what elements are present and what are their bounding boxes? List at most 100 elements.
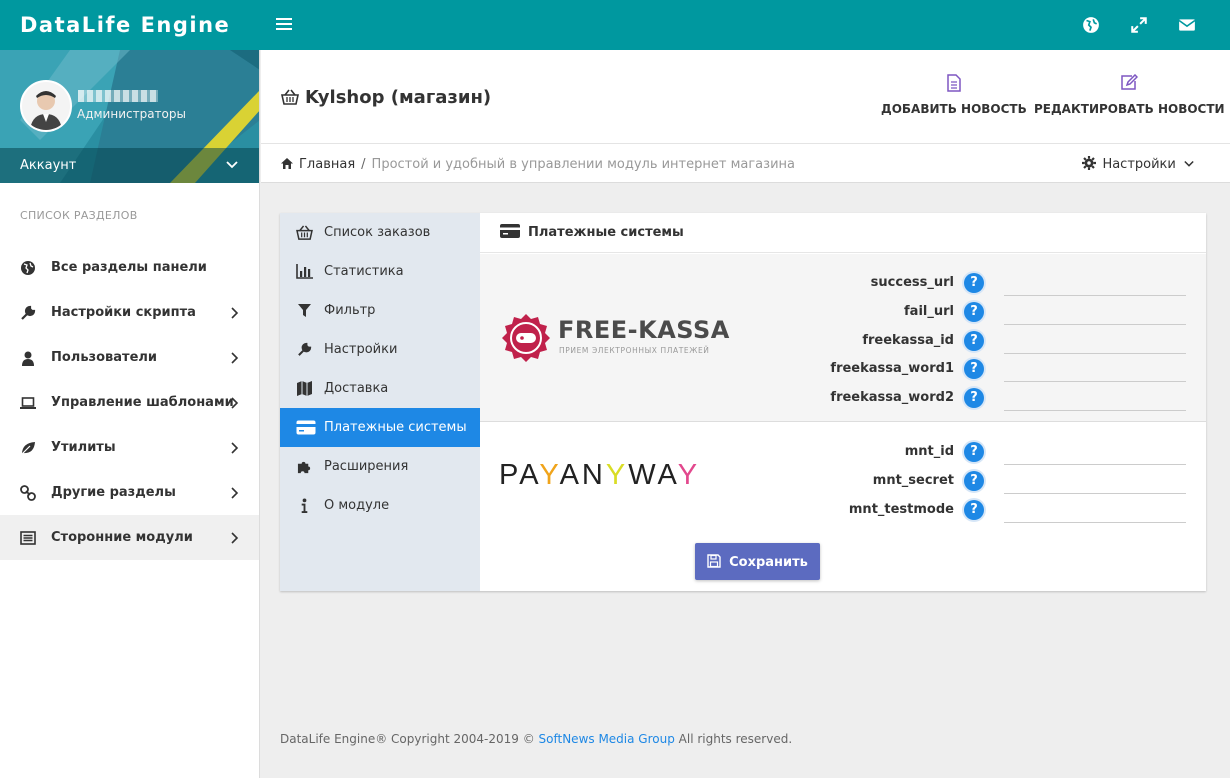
freekassa-word1-input[interactable] bbox=[1004, 359, 1186, 382]
field-freekassa-word2: freekassa_word2 ? bbox=[740, 384, 1186, 413]
help-icon[interactable]: ? bbox=[964, 471, 984, 491]
tab-statistics[interactable]: Статистика bbox=[280, 252, 480, 291]
tab-payment-systems[interactable]: Платежные системы bbox=[280, 408, 480, 447]
content-title: Платежные системы bbox=[528, 225, 684, 240]
field-mnt-secret: mnt_secret ? bbox=[740, 467, 1186, 496]
settings-label: Настройки bbox=[1102, 157, 1176, 172]
user-icon bbox=[22, 351, 34, 366]
globe-icon[interactable] bbox=[1082, 16, 1100, 34]
tab-filter[interactable]: Фильтр bbox=[280, 291, 480, 330]
footer-text: DataLife Engine® Copyright 2004-2019 © bbox=[280, 732, 539, 746]
home-icon[interactable] bbox=[281, 158, 293, 169]
sidebar-item-all-sections[interactable]: Все разделы панели bbox=[0, 245, 259, 290]
credit-card-icon bbox=[500, 224, 520, 238]
sidebar-item-label: Сторонние модули bbox=[51, 530, 193, 545]
save-button[interactable]: Сохранить bbox=[695, 543, 820, 580]
field-label: freekassa_word1 bbox=[830, 361, 954, 376]
help-icon[interactable]: ? bbox=[964, 388, 984, 408]
field-label: mnt_testmode bbox=[848, 502, 954, 517]
sidebar-item-script-settings[interactable]: Настройки скрипта bbox=[0, 290, 259, 335]
payanyway-logo-part: PA bbox=[499, 459, 540, 491]
expand-icon[interactable] bbox=[1130, 16, 1148, 34]
field-label: fail_url bbox=[904, 304, 954, 319]
tab-settings[interactable]: Настройки bbox=[280, 330, 480, 369]
fail-url-input[interactable] bbox=[1004, 302, 1186, 325]
tab-label: Платежные системы bbox=[324, 420, 467, 435]
payanyway-logo-part: AN bbox=[559, 459, 606, 491]
chevron-down-icon bbox=[1184, 160, 1194, 167]
chevron-right-icon bbox=[231, 532, 239, 544]
payanyway-logo-y: Y bbox=[677, 459, 701, 491]
save-label: Сохранить bbox=[729, 554, 808, 570]
page-header: Kylshop (магазин) ДОБАВИТЬ НОВОСТЬ РЕДАК… bbox=[261, 50, 1230, 143]
freekassa-logo: FREE-KASSA ПРИЕМ ЭЛЕКТРОННЫХ ПЛАТЕЖЕЙ bbox=[500, 312, 729, 364]
mnt-id-input[interactable] bbox=[1004, 442, 1186, 465]
help-icon[interactable]: ? bbox=[964, 302, 984, 322]
sidebar-item-label: Пользователи bbox=[51, 350, 158, 365]
sidebar-item-utilities[interactable]: Утилиты bbox=[0, 425, 259, 470]
sidebar-item-templates[interactable]: Управление шаблонами bbox=[0, 380, 259, 425]
help-icon[interactable]: ? bbox=[964, 500, 984, 520]
section-title: Список разделов bbox=[20, 209, 138, 222]
envelope-icon[interactable] bbox=[1178, 16, 1196, 34]
module-panel: Список заказов Статистика Фильтр Настрой… bbox=[280, 213, 1206, 591]
payanyway-logo-part: WA bbox=[628, 459, 678, 491]
tab-delivery[interactable]: Доставка bbox=[280, 369, 480, 408]
field-label: success_url bbox=[870, 275, 954, 290]
breadcrumb-trail: Главная / Простой и удобный в управлении м… bbox=[281, 157, 795, 172]
breadcrumb-current: Простой и удобный в управлении модуль ин… bbox=[371, 157, 795, 172]
sidebar-item-third-party-modules[interactable]: Сторонние модули bbox=[0, 515, 259, 560]
sidebar-item-users[interactable]: Пользователи bbox=[0, 335, 259, 380]
avatar[interactable] bbox=[20, 80, 72, 132]
basket-icon bbox=[281, 89, 299, 105]
tab-label: Расширения bbox=[324, 459, 409, 474]
leaf-icon bbox=[20, 442, 35, 456]
freekassa-word2-input[interactable] bbox=[1004, 388, 1186, 411]
freekassa-id-input[interactable] bbox=[1004, 331, 1186, 354]
mnt-testmode-input[interactable] bbox=[1004, 500, 1186, 523]
info-icon bbox=[301, 498, 308, 513]
payanyway-logo-y: Y bbox=[539, 459, 560, 491]
help-icon[interactable]: ? bbox=[964, 331, 984, 351]
freekassa-emblem bbox=[502, 314, 550, 362]
gear-icon bbox=[1082, 156, 1097, 170]
field-label: freekassa_id bbox=[862, 333, 954, 348]
footer-link[interactable]: SoftNews Media Group bbox=[539, 732, 675, 746]
field-freekassa-id: freekassa_id ? bbox=[740, 327, 1186, 356]
file-icon bbox=[947, 74, 961, 92]
field-success-url: success_url ? bbox=[740, 269, 1186, 298]
breadcrumb: Главная / Простой и удобный в управлении м… bbox=[261, 143, 1230, 183]
edit-news-button[interactable]: РЕДАКТИРОВАТЬ НОВОСТИ bbox=[1034, 74, 1225, 116]
help-icon[interactable]: ? bbox=[964, 442, 984, 462]
chevron-right-icon bbox=[231, 397, 239, 409]
breadcrumb-home[interactable]: Главная bbox=[299, 157, 355, 172]
chevron-right-icon bbox=[231, 487, 239, 499]
link-icon bbox=[20, 485, 36, 501]
field-label: mnt_id bbox=[904, 444, 954, 459]
payanyway-section: PAYANYWAY mnt_id ? mnt_secret ? mnt_test… bbox=[480, 423, 1206, 528]
field-label: freekassa_word2 bbox=[830, 390, 954, 405]
add-news-label: ДОБАВИТЬ НОВОСТЬ bbox=[881, 102, 1027, 116]
profile-panel: Администраторы Аккаунт bbox=[0, 50, 259, 183]
menu-toggle-icon[interactable] bbox=[276, 15, 292, 35]
payanyway-logo-y: Y bbox=[605, 459, 629, 491]
add-news-button[interactable]: ДОБАВИТЬ НОВОСТЬ bbox=[881, 74, 1027, 116]
tab-orders[interactable]: Список заказов bbox=[280, 213, 480, 252]
brand-logo[interactable]: DataLife Engine bbox=[0, 0, 260, 50]
wrench-icon bbox=[21, 305, 36, 320]
sidebar-item-other-sections[interactable]: Другие разделы bbox=[0, 470, 259, 515]
help-icon[interactable]: ? bbox=[964, 359, 984, 379]
chevron-right-icon bbox=[231, 307, 239, 319]
account-dropdown[interactable]: Аккаунт bbox=[0, 148, 259, 183]
mnt-secret-input[interactable] bbox=[1004, 471, 1186, 494]
help-icon[interactable]: ? bbox=[964, 273, 984, 293]
filter-icon bbox=[298, 304, 311, 317]
puzzle-icon bbox=[297, 461, 311, 474]
page-title: Kylshop (магазин) bbox=[281, 87, 491, 108]
chevron-right-icon bbox=[231, 352, 239, 364]
tab-label: Настройки bbox=[324, 342, 398, 357]
success-url-input[interactable] bbox=[1004, 273, 1186, 296]
settings-dropdown[interactable]: Настройки bbox=[1082, 156, 1194, 172]
tab-about[interactable]: О модуле bbox=[280, 486, 480, 525]
tab-extensions[interactable]: Расширения bbox=[280, 447, 480, 486]
